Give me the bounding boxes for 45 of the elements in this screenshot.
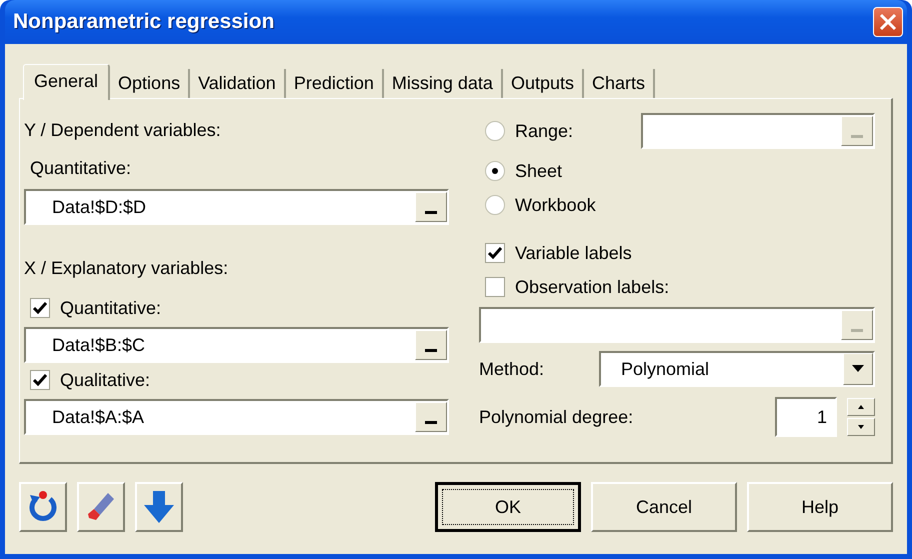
close-button[interactable] xyxy=(873,7,903,37)
checkbox[interactable] xyxy=(485,243,505,263)
radio-label: Workbook xyxy=(515,194,596,216)
browse-button[interactable] xyxy=(415,192,447,222)
dropdown[interactable]: Polynomial xyxy=(599,351,875,387)
input-field[interactable]: Data!$B:$C xyxy=(24,327,449,363)
field-label: Quantitative: xyxy=(30,158,132,178)
radio-button[interactable] xyxy=(485,195,505,215)
up-arrow-icon xyxy=(858,405,864,409)
clear-button[interactable] xyxy=(77,482,125,532)
field-label: Polynomial degree: xyxy=(479,406,634,428)
spin-down-button[interactable] xyxy=(847,418,875,436)
input-field[interactable] xyxy=(479,307,875,343)
down-button[interactable] xyxy=(135,482,183,532)
dialog-button[interactable]: Help xyxy=(747,482,893,532)
checkbox[interactable] xyxy=(30,370,50,390)
spin-up-button[interactable] xyxy=(847,398,875,416)
browse-button[interactable] xyxy=(415,330,447,360)
reset-button[interactable] xyxy=(19,482,67,532)
radio-label: Sheet xyxy=(515,160,562,182)
tab[interactable]: General xyxy=(23,64,110,100)
browse-button[interactable] xyxy=(415,402,447,432)
section-heading: X / Explanatory variables: xyxy=(24,258,228,278)
radio-button[interactable] xyxy=(485,121,505,141)
dialog-button[interactable]: Cancel xyxy=(591,482,737,532)
window-title: Nonparametric regression xyxy=(13,10,274,34)
section-heading: Y / Dependent variables: xyxy=(24,120,221,140)
checkbox[interactable] xyxy=(30,298,50,318)
input-field[interactable]: Data!$D:$D xyxy=(24,189,449,225)
checkbox-label: Quantitative: xyxy=(60,298,162,318)
field-label: Method: xyxy=(479,358,546,380)
dialog-button[interactable]: OK xyxy=(435,482,581,532)
checkbox[interactable] xyxy=(485,277,505,297)
input-field[interactable]: Data!$A:$A xyxy=(24,399,449,435)
dropdown-arrow-icon xyxy=(852,365,864,373)
number-field[interactable]: 1 xyxy=(775,397,837,437)
radio-button[interactable] xyxy=(485,161,505,181)
checkbox-label: Qualitative: xyxy=(60,370,150,390)
down-arrow-icon xyxy=(142,489,176,525)
down-arrow-icon xyxy=(858,425,864,429)
checkbox-label: Observation labels: xyxy=(515,276,670,298)
radio-label: Range: xyxy=(515,120,574,142)
input-field[interactable] xyxy=(641,113,875,149)
checkbox-label: Variable labels xyxy=(515,242,632,264)
close-icon xyxy=(879,13,897,31)
